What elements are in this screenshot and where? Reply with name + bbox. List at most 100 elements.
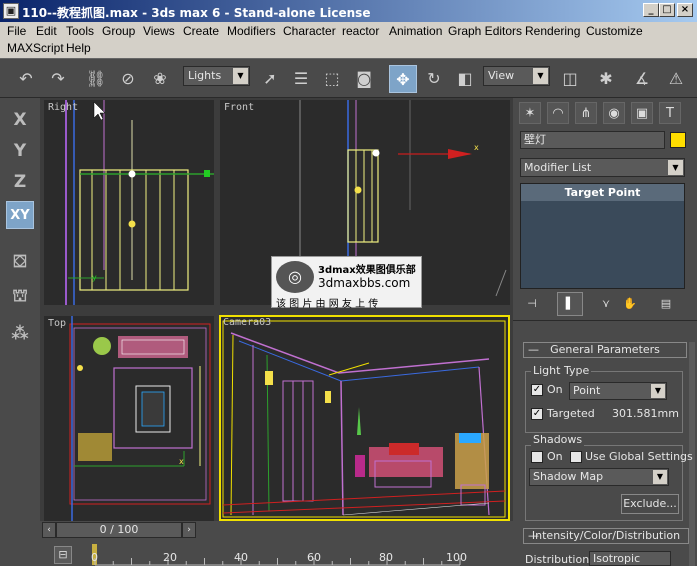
select-and-manipulate-icon[interactable]: ✱ bbox=[592, 65, 620, 93]
shadows-group-label: Shadows bbox=[531, 433, 585, 446]
track-bar-menu-icon[interactable]: ⊟ bbox=[54, 546, 72, 564]
chevron-down-icon: ▼ bbox=[668, 160, 683, 175]
angle-snap-icon[interactable]: ∡ bbox=[628, 65, 656, 93]
shadows-on-checkbox[interactable] bbox=[531, 451, 543, 463]
light-on-checkbox[interactable]: ✓ bbox=[531, 384, 543, 396]
menu-create[interactable]: Create bbox=[183, 24, 219, 38]
menu-customize[interactable]: Customize bbox=[586, 24, 643, 38]
chevron-down-icon: ▼ bbox=[533, 68, 548, 84]
create-tab-icon[interactable]: ✶ bbox=[519, 102, 541, 124]
restrict-xy-button[interactable]: XY bbox=[6, 201, 34, 229]
exclude-button[interactable]: Exclude... bbox=[621, 494, 679, 514]
watermark-badge: ◎ 3dmax效果图俱乐部 3dmaxbbs.com 该 图 片 由 网 友 上… bbox=[271, 256, 422, 310]
viewport-label: Right bbox=[48, 102, 79, 113]
watermark-line2: 3dmaxbbs.com bbox=[318, 276, 411, 290]
select-and-move-icon[interactable]: ✥ bbox=[389, 65, 417, 93]
named-selection-icon[interactable]: ⁂ bbox=[6, 320, 34, 348]
modifier-list-dropdown[interactable]: Modifier List ▼ bbox=[520, 158, 685, 177]
menu-modifiers[interactable]: Modifiers bbox=[227, 24, 276, 38]
show-end-result-icon[interactable]: ▌ bbox=[557, 292, 583, 316]
targeted-label: Targeted bbox=[547, 407, 595, 420]
select-by-name-icon[interactable]: ☰ bbox=[287, 65, 315, 93]
menu-views[interactable]: Views bbox=[143, 24, 175, 38]
select-and-scale-icon[interactable]: ◧ bbox=[451, 65, 479, 93]
utilities-tab-icon[interactable]: T bbox=[659, 102, 681, 124]
make-unique-icon[interactable]: ⋎ bbox=[595, 294, 617, 314]
bind-to-space-warp-icon[interactable]: ❀ bbox=[146, 65, 174, 93]
timeline-tick-label: 100 bbox=[446, 551, 467, 564]
remove-modifier-icon[interactable]: ✋ bbox=[619, 294, 641, 314]
light-on-label: On bbox=[547, 383, 563, 396]
watermark-line1: 3dmax效果图俱乐部 bbox=[318, 265, 416, 276]
menu-rendering[interactable]: Rendering bbox=[525, 24, 580, 38]
minimize-button[interactable]: _ bbox=[643, 3, 659, 17]
reference-coordinate-value: View bbox=[488, 69, 515, 82]
menu-help[interactable]: Help bbox=[66, 41, 91, 55]
time-slider-right-icon[interactable]: › bbox=[182, 522, 196, 538]
menu-reactor[interactable]: reactor bbox=[342, 24, 379, 38]
viewport-right[interactable]: y Right bbox=[44, 100, 214, 305]
unlink-selection-icon[interactable]: ⊘ bbox=[114, 65, 142, 93]
close-button[interactable]: × bbox=[677, 3, 693, 17]
stack-item-target-point[interactable]: Target Point bbox=[521, 184, 684, 201]
max-logo-icon: ▣ bbox=[3, 3, 19, 19]
maximize-button[interactable]: □ bbox=[659, 3, 675, 17]
configure-sets-icon[interactable]: ▤ bbox=[655, 294, 677, 314]
timeline-area: ‹ 0 / 100 › ⊟ 0 20 40 60 80 100 bbox=[40, 521, 513, 566]
title-bar: ▣ 110--教程抓图.max - 3ds max 6 - Stand-alon… bbox=[0, 0, 697, 22]
track-bar-ruler[interactable] bbox=[80, 544, 500, 566]
menu-file[interactable]: File bbox=[7, 24, 26, 38]
select-object-icon[interactable]: ➚ bbox=[256, 65, 284, 93]
window-crossing-icon[interactable]: ◙ bbox=[350, 65, 378, 93]
general-parameters-rollout-header[interactable]: — General Parameters bbox=[523, 342, 687, 358]
menu-character[interactable]: Character bbox=[283, 24, 336, 38]
menu-tools[interactable]: Tools bbox=[66, 24, 94, 38]
select-and-link-icon[interactable]: ⛓ bbox=[82, 65, 110, 93]
rectangular-selection-icon[interactable]: ⬚ bbox=[318, 65, 346, 93]
distribution-label: Distribution: bbox=[525, 553, 593, 566]
viewport-camera[interactable]: Camera03 bbox=[219, 315, 510, 521]
menu-graph-editors[interactable]: Graph Editors bbox=[448, 24, 522, 38]
light-type-group-label: Light Type bbox=[531, 364, 592, 377]
distribution-dropdown[interactable]: Isotropic bbox=[589, 551, 671, 566]
restrict-y-button[interactable]: Y bbox=[6, 137, 34, 165]
menu-edit[interactable]: Edit bbox=[36, 24, 57, 38]
pivot-center-icon[interactable]: ◫ bbox=[556, 65, 584, 93]
undo-icon[interactable]: ↶ bbox=[12, 65, 40, 93]
select-and-rotate-icon[interactable]: ↻ bbox=[420, 65, 448, 93]
pin-stack-icon[interactable]: ⊣ bbox=[521, 294, 543, 314]
display-tab-icon[interactable]: ▣ bbox=[631, 102, 653, 124]
check-mark-icon: ✓ bbox=[532, 408, 542, 419]
modifier-stack[interactable]: Target Point bbox=[520, 183, 685, 289]
percent-snap-icon[interactable]: ⚠ bbox=[662, 65, 690, 93]
restrict-x-button[interactable]: X bbox=[6, 106, 34, 134]
light-type-dropdown[interactable]: Point ▼ bbox=[569, 382, 667, 400]
menu-group[interactable]: Group bbox=[102, 24, 135, 38]
targeted-checkbox[interactable]: ✓ bbox=[531, 408, 543, 420]
target-distance-value: 301.581mm bbox=[612, 407, 679, 420]
hierarchy-tab-icon[interactable]: ⋔ bbox=[575, 102, 597, 124]
motion-tab-icon[interactable]: ◉ bbox=[603, 102, 625, 124]
reference-coordinate-dropdown[interactable]: View ▼ bbox=[483, 66, 550, 86]
selection-filter-dropdown[interactable]: Lights ▼ bbox=[183, 66, 250, 86]
restrict-z-button[interactable]: Z bbox=[6, 168, 34, 196]
time-slider-left-icon[interactable]: ‹ bbox=[42, 522, 56, 538]
menu-bar: File Edit Tools Group Views Create Modif… bbox=[0, 22, 697, 58]
object-name-field[interactable]: 壁灯 bbox=[520, 131, 665, 149]
viewport-top[interactable]: x Top bbox=[44, 316, 214, 521]
redo-icon[interactable]: ↷ bbox=[44, 65, 72, 93]
menu-maxscript[interactable]: MAXScript bbox=[7, 41, 64, 55]
menu-animation[interactable]: Animation bbox=[389, 24, 442, 38]
object-color-swatch[interactable] bbox=[670, 132, 686, 148]
modify-tab-icon[interactable]: ◠ bbox=[547, 102, 569, 124]
time-slider-thumb[interactable]: 0 / 100 bbox=[56, 522, 182, 538]
light-type-value: Point bbox=[573, 384, 601, 397]
light-type-group bbox=[525, 371, 683, 433]
viewport-label: Front bbox=[224, 102, 255, 113]
window-title: 110--教程抓图.max - 3ds max 6 - Stand-alone … bbox=[22, 6, 371, 20]
intensity-rollout-header[interactable]: — Intensity/Color/Distribution bbox=[523, 528, 689, 544]
shadow-type-dropdown[interactable]: Shadow Map ▼ bbox=[529, 468, 669, 486]
mirror-icon[interactable]: ⛫ bbox=[6, 282, 34, 310]
use-global-settings-checkbox[interactable] bbox=[570, 451, 582, 463]
align-icon[interactable]: ⛋ bbox=[6, 248, 34, 276]
